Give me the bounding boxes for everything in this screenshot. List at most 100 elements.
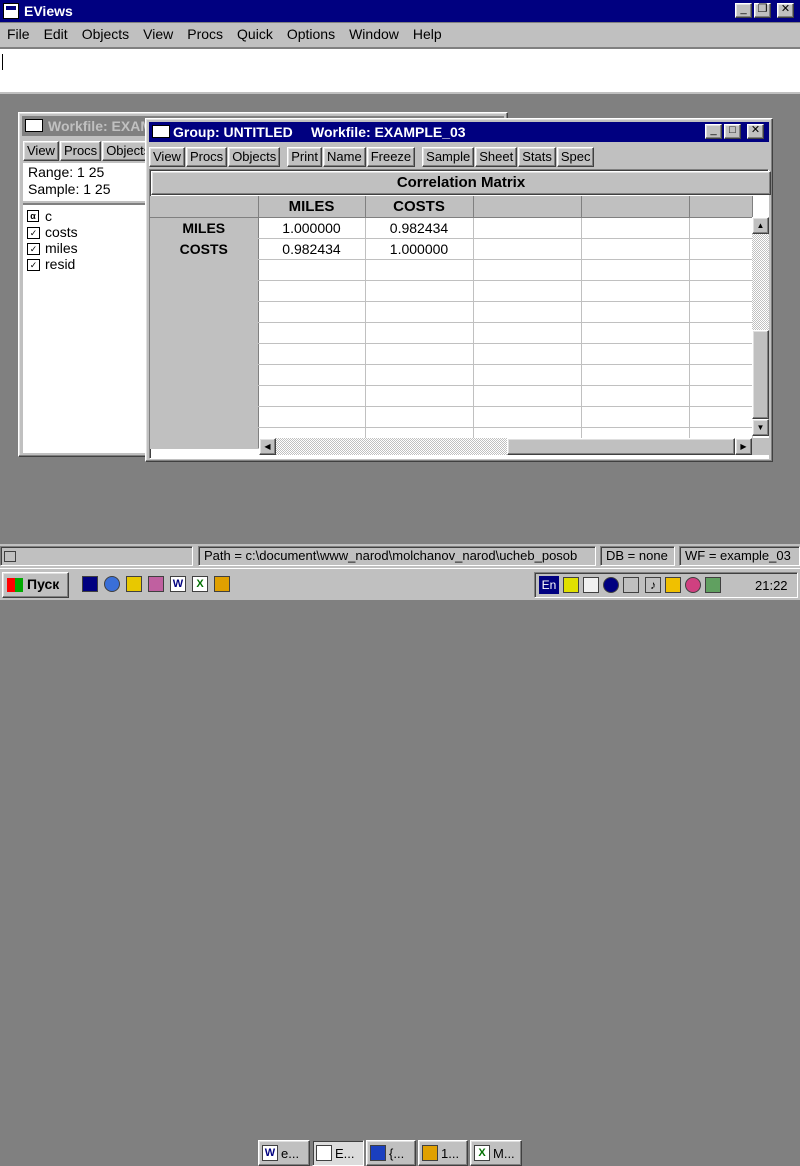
- vertical-scrollbar[interactable]: ▲ ▼: [752, 217, 769, 436]
- workfile-view-button[interactable]: View: [23, 141, 59, 161]
- table-cell[interactable]: [581, 280, 690, 302]
- group-sample-button[interactable]: Sample: [422, 147, 475, 167]
- table-cell[interactable]: [689, 364, 753, 386]
- scroll-up-button[interactable]: ▲: [752, 217, 769, 234]
- table-cell[interactable]: [473, 385, 582, 407]
- language-indicator[interactable]: En: [539, 576, 559, 594]
- excel-icon[interactable]: X: [192, 576, 208, 592]
- table-cell[interactable]: [581, 259, 690, 281]
- phone-icon[interactable]: [148, 576, 164, 592]
- row-header-empty[interactable]: [150, 259, 259, 281]
- menu-view[interactable]: View: [136, 23, 180, 45]
- table-cell[interactable]: [581, 364, 690, 386]
- table-cell[interactable]: [581, 322, 690, 344]
- table-cell[interactable]: [689, 406, 753, 428]
- object-item-miles[interactable]: ✓ miles: [23, 240, 153, 256]
- table-cell[interactable]: [365, 259, 474, 281]
- table-cell[interactable]: [581, 343, 690, 365]
- table-cell[interactable]: [689, 217, 753, 239]
- row-header-empty[interactable]: [150, 406, 259, 428]
- group-objects-button[interactable]: Objects: [228, 147, 281, 167]
- group-window[interactable]: Group: UNTITLED Workfile: EXAMPLE_03 _ □…: [145, 118, 773, 462]
- row-header-empty[interactable]: [150, 385, 259, 407]
- table-cell[interactable]: [258, 280, 366, 302]
- table-cell[interactable]: [581, 217, 690, 239]
- menu-window[interactable]: Window: [342, 23, 406, 45]
- table-cell[interactable]: [258, 385, 366, 407]
- minimize-button[interactable]: _: [735, 3, 752, 18]
- task-explorer[interactable]: {...: [366, 1140, 416, 1166]
- table-cell[interactable]: [689, 238, 753, 260]
- table-cell[interactable]: 0.982434: [258, 238, 366, 260]
- column-header-miles[interactable]: MILES: [258, 196, 366, 218]
- group-freeze-button[interactable]: Freeze: [366, 147, 416, 167]
- object-item-resid[interactable]: ✓ resid: [23, 256, 153, 272]
- scroll-down-button[interactable]: ▼: [752, 419, 769, 436]
- row-header-empty[interactable]: [150, 343, 259, 365]
- column-header-empty[interactable]: [473, 196, 582, 218]
- row-header-empty[interactable]: [150, 301, 259, 323]
- scroll-left-button[interactable]: ◀: [259, 438, 276, 455]
- table-cell[interactable]: [258, 301, 366, 323]
- vertical-scroll-thumb[interactable]: [752, 330, 769, 419]
- antivirus-icon[interactable]: [603, 577, 619, 593]
- table-cell[interactable]: [581, 238, 690, 260]
- table-cell[interactable]: [473, 280, 582, 302]
- table-cell[interactable]: [689, 322, 753, 344]
- group-minimize-button[interactable]: _: [705, 124, 722, 139]
- object-item-costs[interactable]: ✓ costs: [23, 224, 153, 240]
- table-cell[interactable]: [365, 364, 474, 386]
- table-cell[interactable]: [473, 217, 582, 239]
- table-cell[interactable]: [365, 301, 474, 323]
- group-spec-button[interactable]: Spec: [556, 147, 595, 167]
- word-icon[interactable]: W: [170, 576, 186, 592]
- printer-icon[interactable]: [705, 577, 721, 593]
- workfile-procs-button[interactable]: Procs: [59, 141, 102, 161]
- table-cell[interactable]: 1.000000: [365, 238, 474, 260]
- table-cell[interactable]: [365, 406, 474, 428]
- menu-options[interactable]: Options: [280, 23, 342, 45]
- table-cell[interactable]: [689, 343, 753, 365]
- keyboard-icon[interactable]: [583, 577, 599, 593]
- group-view-button[interactable]: View: [149, 147, 185, 167]
- column-header-costs[interactable]: COSTS: [365, 196, 474, 218]
- ie-icon[interactable]: [104, 576, 120, 592]
- close-button[interactable]: ✕: [777, 3, 794, 18]
- table-cell[interactable]: [581, 385, 690, 407]
- table-cell[interactable]: 1.000000: [258, 217, 366, 239]
- object-item-c[interactable]: αc: [23, 205, 153, 224]
- clock[interactable]: 21:22: [755, 578, 788, 593]
- row-header-costs[interactable]: COSTS: [150, 238, 259, 260]
- table-cell[interactable]: [258, 322, 366, 344]
- group-close-button[interactable]: ✕: [747, 124, 764, 139]
- table-cell[interactable]: [365, 343, 474, 365]
- group-name-button[interactable]: Name: [323, 147, 366, 167]
- table-cell[interactable]: [473, 322, 582, 344]
- network-icon[interactable]: [623, 577, 639, 593]
- table-cell[interactable]: [258, 406, 366, 428]
- task-tool[interactable]: 1...: [418, 1140, 468, 1166]
- table-cell[interactable]: [365, 280, 474, 302]
- command-window[interactable]: [0, 48, 800, 94]
- table-cell[interactable]: [258, 343, 366, 365]
- table-cell[interactable]: [473, 259, 582, 281]
- menu-edit[interactable]: Edit: [37, 23, 75, 45]
- table-cell[interactable]: [473, 238, 582, 260]
- task-excel[interactable]: X M...: [470, 1140, 522, 1166]
- column-header-empty[interactable]: [689, 196, 753, 218]
- group-print-button[interactable]: Print: [287, 147, 322, 167]
- scroll-right-button[interactable]: ▶: [735, 438, 752, 455]
- color-icon[interactable]: [685, 577, 701, 593]
- horizontal-scrollbar[interactable]: ◀ ▶: [259, 438, 752, 455]
- desktop-icon[interactable]: [82, 576, 98, 592]
- menu-help[interactable]: Help: [406, 23, 449, 45]
- row-header-empty[interactable]: [150, 322, 259, 344]
- media-icon[interactable]: [126, 576, 142, 592]
- row-header-miles[interactable]: MILES: [150, 217, 259, 239]
- menu-quick[interactable]: Quick: [230, 23, 280, 45]
- sample-value[interactable]: 1 25: [83, 181, 110, 197]
- group-titlebar[interactable]: Group: UNTITLED Workfile: EXAMPLE_03 _ □…: [149, 122, 769, 142]
- group-procs-button[interactable]: Procs: [185, 147, 228, 167]
- task-word[interactable]: We...: [258, 1140, 310, 1166]
- warning-icon[interactable]: [665, 577, 681, 593]
